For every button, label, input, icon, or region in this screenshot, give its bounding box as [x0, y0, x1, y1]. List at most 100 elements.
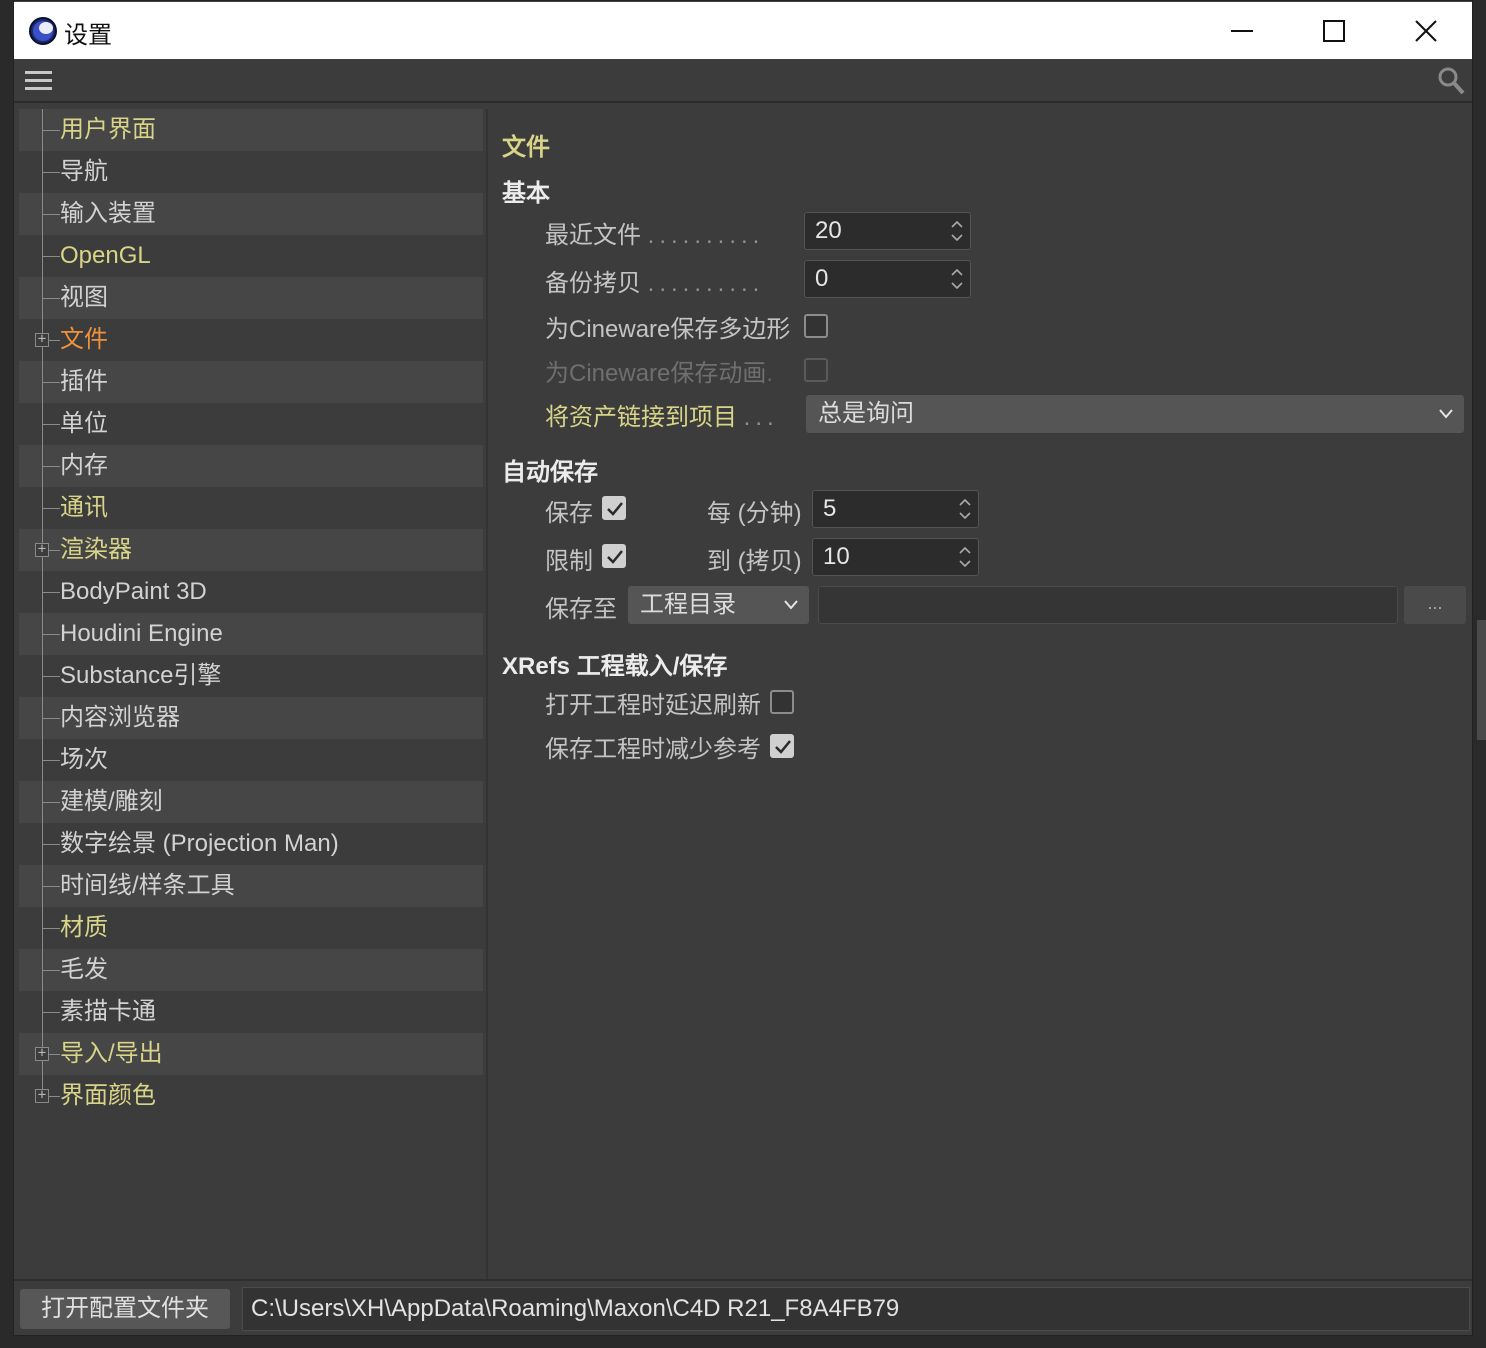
tree-connector: [42, 886, 60, 887]
checkmark-icon: [775, 740, 791, 754]
save-to-dropdown[interactable]: 工程目录: [628, 586, 809, 624]
maximize-icon: [1323, 20, 1345, 42]
cineware-poly-checkbox[interactable]: [804, 314, 828, 338]
menu-icon[interactable]: [24, 69, 54, 93]
footer-bar: 打开配置文件夹 C:\Users\XH\AppData\Roaming\Maxo…: [14, 1279, 1472, 1335]
tree-item-label: 单位: [60, 410, 108, 437]
expand-icon[interactable]: +: [35, 542, 49, 557]
scrollbar[interactable]: [1477, 620, 1486, 740]
tree-connector: [42, 172, 60, 173]
expand-icon[interactable]: +: [35, 332, 49, 347]
panel-heading: 文件: [502, 134, 550, 161]
tree-item[interactable]: 毛发: [19, 949, 483, 991]
tree-item-label: 导航: [60, 158, 108, 185]
cineware-anim-checkbox[interactable]: [804, 358, 828, 382]
every-minutes-value: 5: [823, 495, 837, 522]
minimize-button[interactable]: [1196, 2, 1288, 60]
to-copies-field[interactable]: 10: [812, 538, 979, 576]
tree-item[interactable]: OpenGL: [19, 235, 483, 277]
tree-item[interactable]: + 文件: [19, 319, 483, 361]
tree-item[interactable]: 数字绘景 (Projection Man): [19, 823, 483, 865]
tree-item[interactable]: + 界面颜色: [19, 1075, 483, 1117]
to-copies-label: 到 (拷贝): [707, 548, 802, 575]
autosave-limit-checkbox[interactable]: [602, 544, 626, 568]
toolbar: [14, 59, 1472, 103]
browse-button[interactable]: ...: [1404, 586, 1466, 624]
recent-files-field[interactable]: 20: [804, 212, 971, 250]
autosave-save-checkbox[interactable]: [602, 496, 626, 520]
checkmark-icon: [607, 550, 623, 564]
reduce-refs-checkbox[interactable]: [770, 734, 794, 758]
window-title: 设置: [64, 22, 112, 49]
chevron-down-icon: [784, 600, 798, 610]
expand-icon[interactable]: +: [35, 1046, 49, 1061]
tree-item[interactable]: 材质: [19, 907, 483, 949]
save-to-path-field[interactable]: [818, 586, 1398, 624]
asset-link-value: 总是询问: [818, 400, 914, 427]
tree-connector: [42, 214, 60, 215]
tree-item[interactable]: 素描卡通: [19, 991, 483, 1033]
open-config-folder-button[interactable]: 打开配置文件夹: [20, 1289, 230, 1329]
delay-refresh-label: 打开工程时延迟刷新: [545, 692, 761, 719]
tree-item[interactable]: 时间线/样条工具: [19, 865, 483, 907]
tree-item[interactable]: 插件: [19, 361, 483, 403]
panel-divider[interactable]: [486, 109, 488, 1279]
spinner-arrows-icon[interactable]: [950, 218, 964, 244]
backup-value: 0: [815, 265, 829, 292]
config-path-display[interactable]: C:\Users\XH\AppData\Roaming\Maxon\C4D R2…: [242, 1287, 1470, 1331]
save-to-value: 工程目录: [640, 591, 736, 618]
settings-window: 设置 用户界面 导航 输入装置 OpenGL 视图 + 文件 插件 单位 内存 通讯 + 渲染器 Body…: [13, 0, 1473, 1336]
tree-item-label: 材质: [60, 914, 108, 941]
tree-connector: [42, 382, 60, 383]
tree-connector: [42, 928, 60, 929]
delay-refresh-checkbox[interactable]: [770, 690, 794, 714]
tree-item-label: OpenGL: [60, 242, 151, 269]
tree-item[interactable]: 建模/雕刻: [19, 781, 483, 823]
tree-connector: [42, 718, 60, 719]
tree-item[interactable]: + 渲染器: [19, 529, 483, 571]
search-icon[interactable]: [1436, 65, 1466, 97]
close-button[interactable]: [1380, 2, 1472, 60]
tree-item[interactable]: 用户界面: [19, 109, 483, 151]
tree-connector: [42, 256, 60, 257]
spinner-arrows-icon[interactable]: [958, 544, 972, 570]
tree-item-label: 用户界面: [60, 116, 156, 143]
category-tree: 用户界面导航输入装置 OpenGL 视图 + 文件 插件单位内存通讯 + 渲染器 BodyPai…: [19, 109, 483, 1109]
expand-icon[interactable]: +: [35, 1088, 49, 1103]
every-minutes-field[interactable]: 5: [812, 490, 979, 528]
tree-item[interactable]: Substance引擎: [19, 655, 483, 697]
tree-connector: [42, 298, 60, 299]
tree-item[interactable]: + 导入/导出: [19, 1033, 483, 1075]
checkmark-icon: [607, 502, 623, 516]
tree-item-label: 导入/导出: [60, 1040, 163, 1067]
spinner-arrows-icon[interactable]: [950, 266, 964, 292]
tree-connector: [42, 592, 60, 593]
tree-item-label: 通讯: [60, 494, 108, 521]
tree-item[interactable]: 视图: [19, 277, 483, 319]
tree-item[interactable]: 内容浏览器: [19, 697, 483, 739]
to-copies-value: 10: [823, 543, 850, 570]
save-to-label: 保存至: [545, 596, 617, 623]
tree-item-label: 内存: [60, 452, 108, 479]
tree-connector: [42, 424, 60, 425]
tree-item[interactable]: 导航: [19, 151, 483, 193]
tree-item[interactable]: 内存: [19, 445, 483, 487]
tree-item-label: 素描卡通: [60, 998, 156, 1025]
tree-connector: [42, 760, 60, 761]
tree-item[interactable]: BodyPaint 3D: [19, 571, 483, 613]
tree-item[interactable]: 通讯: [19, 487, 483, 529]
tree-connector: [42, 1012, 60, 1013]
maximize-button[interactable]: [1288, 2, 1380, 60]
tree-connector: [42, 634, 60, 635]
backup-field[interactable]: 0: [804, 260, 971, 298]
tree-connector: [42, 130, 60, 131]
tree-item-label: 界面颜色: [60, 1082, 156, 1109]
tree-item-label: 建模/雕刻: [60, 788, 163, 815]
asset-link-dropdown[interactable]: 总是询问: [806, 395, 1464, 433]
tree-item[interactable]: 输入装置: [19, 193, 483, 235]
spinner-arrows-icon[interactable]: [958, 496, 972, 522]
tree-item[interactable]: Houdini Engine: [19, 613, 483, 655]
tree-item[interactable]: 单位: [19, 403, 483, 445]
tree-connector: [42, 802, 60, 803]
tree-item[interactable]: 场次: [19, 739, 483, 781]
